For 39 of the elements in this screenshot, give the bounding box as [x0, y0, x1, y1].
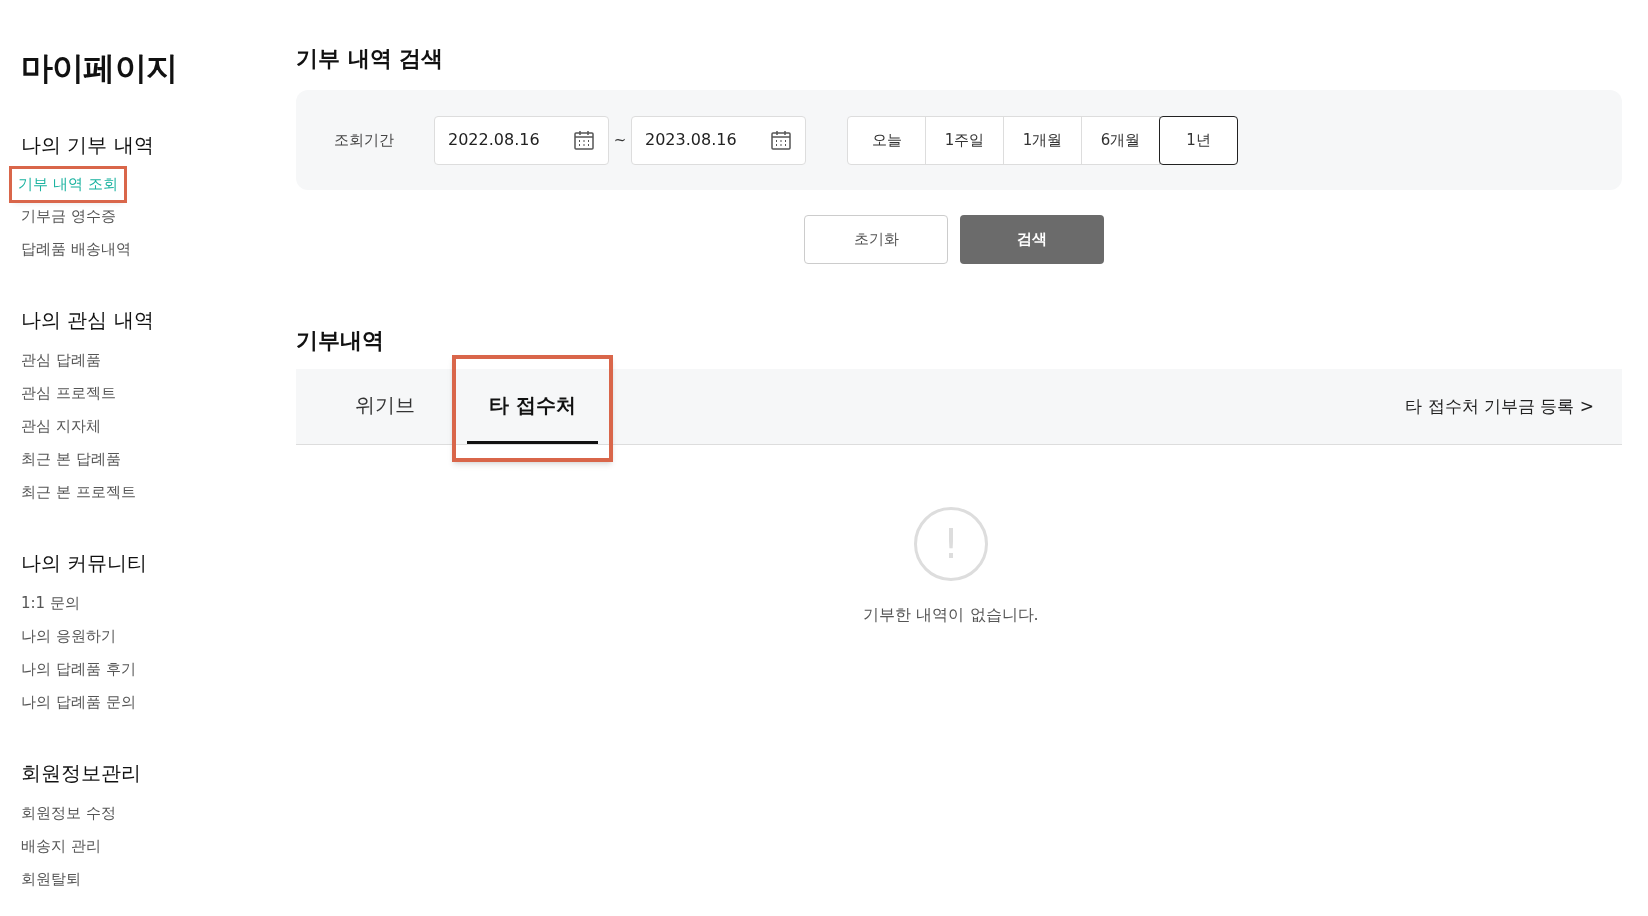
section-heading: 기부내역: [296, 327, 385, 355]
sidebar-item[interactable]: 기부금 영수증: [21, 205, 116, 228]
sidebar-item[interactable]: 관심 지자체: [21, 415, 101, 438]
range-separator: ~: [612, 129, 628, 151]
sidebar-item[interactable]: 관심 답례품: [21, 349, 101, 372]
sidebar-heading: 나의 기부 내역: [21, 132, 155, 159]
sidebar-heading: 나의 커뮤니티: [21, 550, 149, 577]
sidebar-item[interactable]: 회원탈퇴: [21, 868, 81, 891]
tab[interactable]: 타 접수처: [467, 369, 598, 444]
sidebar-item[interactable]: 최근 본 프로젝트: [21, 481, 136, 504]
empty-message: 기부한 내역이 없습니다.: [863, 604, 1039, 626]
sidebar-item[interactable]: 회원정보 수정: [21, 802, 116, 825]
reset-button[interactable]: 초기화: [804, 215, 948, 264]
sidebar-item[interactable]: 관심 프로젝트: [21, 382, 116, 405]
section-heading: 기부 내역 검색: [296, 45, 445, 73]
sidebar-item[interactable]: 나의 답례품 문의: [21, 691, 136, 714]
sidebar-item[interactable]: 배송지 관리: [21, 835, 101, 858]
empty-icon: !: [914, 507, 988, 581]
sidebar-item[interactable]: 나의 응원하기: [21, 625, 116, 648]
sidebar-item[interactable]: 답례품 배송내역: [21, 238, 131, 261]
period-button[interactable]: 1년: [1159, 115, 1238, 165]
date-field[interactable]: 2022.08.16: [434, 115, 609, 165]
calendar-icon: [573, 129, 595, 151]
sidebar-item[interactable]: 1:1 문의: [21, 592, 80, 615]
sidebar-item[interactable]: 최근 본 답례품: [21, 448, 121, 471]
field-label: 조회기간: [334, 129, 395, 151]
sidebar-heading: 회원정보관리: [21, 760, 142, 787]
tab[interactable]: 위기브: [333, 369, 437, 444]
date-field[interactable]: 2023.08.16: [631, 115, 806, 165]
period-button[interactable]: 오늘: [847, 115, 926, 165]
calendar-icon: [770, 129, 792, 151]
period-button[interactable]: 1주일: [925, 115, 1004, 165]
period-button[interactable]: 1개월: [1003, 115, 1082, 165]
period-button[interactable]: 6개월: [1081, 115, 1160, 165]
sidebar-item[interactable]: 나의 답례품 후기: [21, 658, 136, 681]
sidebar-heading: 나의 관심 내역: [21, 307, 155, 334]
register-link[interactable]: 타 접수처 기부금 등록 >: [1405, 393, 1594, 420]
search-button[interactable]: 검색: [960, 215, 1104, 264]
page-title: 마이페이지: [21, 48, 178, 89]
